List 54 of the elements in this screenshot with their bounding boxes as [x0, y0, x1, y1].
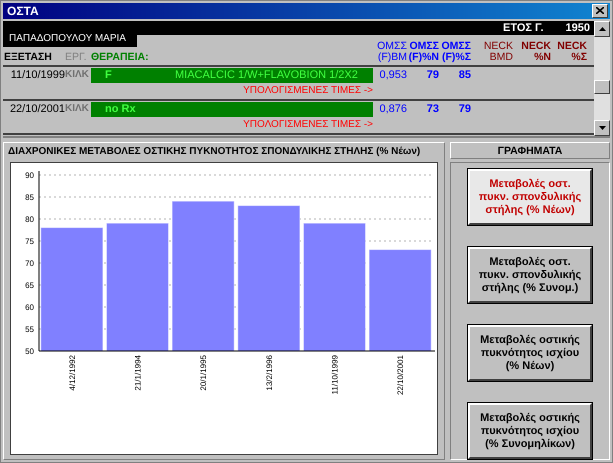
- date-cell-text: 11/10/1999: [10, 68, 65, 83]
- axis-tick-label: 75: [25, 237, 34, 246]
- column-header: NECK %N: [520, 40, 551, 65]
- bmd-cell-text: 0,876: [378, 102, 407, 117]
- graph-button[interactable]: Μεταβολές οστ. πυκν. σπονδυλικής στήλης (% Νέων): [468, 169, 592, 225]
- scroll-up-button[interactable]: [594, 20, 610, 37]
- axis-tick-label: 85: [25, 193, 34, 202]
- axis-tick-label: 80: [25, 215, 34, 224]
- axis-category-label: 22/10/2001: [396, 355, 406, 396]
- window-title: ΟΣΤΑ: [7, 4, 39, 18]
- therapy-code: F: [105, 69, 113, 82]
- axis-tick-label: 90: [25, 171, 34, 180]
- year-label: ΕΤΟΣ Γ.: [502, 22, 544, 34]
- scroll-thumb[interactable]: [594, 80, 610, 94]
- close-button[interactable]: [592, 4, 608, 18]
- percent-cell-text: 79: [458, 102, 471, 117]
- lab-cell-text: ΚΙΛΚ: [65, 68, 90, 82]
- percent-cell-text: 73: [426, 102, 439, 117]
- axis-tick-label: 55: [25, 325, 34, 334]
- graph-button[interactable]: Μεταβολές οστικής πυκνότητος ισχίου (% Συνομηλίκων): [468, 403, 592, 459]
- therapy-code: no Rx: [105, 103, 137, 116]
- axis-tick-label: 65: [25, 281, 34, 290]
- percent-cell-text: 85: [458, 68, 471, 83]
- graphs-title: ΓΡΑΦΗΜΑΤΑ: [498, 144, 562, 156]
- scrollbar[interactable]: [594, 20, 610, 136]
- scroll-down-button[interactable]: [594, 120, 610, 136]
- graph-button[interactable]: Μεταβολές οστ. πυκν. σπονδυλικής στήλης (% Συνομ.): [468, 247, 592, 303]
- axis-tick-label: 60: [25, 303, 34, 312]
- column-header: NECK BMD: [482, 40, 513, 65]
- year-value: 1950: [566, 22, 590, 34]
- axis-tick-label: 50: [25, 347, 34, 356]
- column-header: ΟΜΣΣ (F)%Σ: [440, 40, 471, 65]
- axis-tick-label: 70: [25, 259, 34, 268]
- date-cell-text: 22/10/2001: [9, 102, 65, 117]
- axis-category-label: 13/2/1996: [264, 355, 274, 391]
- axis-category-label: 4/12/1992: [68, 355, 77, 391]
- column-header: NECK %Σ: [556, 40, 587, 65]
- column-header: ΟΜΣΣ (F)%N: [408, 40, 439, 65]
- axis-category-label: 21/1/1994: [134, 355, 142, 391]
- graph-button[interactable]: Μεταβολές οστικής πυκνότητος ισχίου (% Νέων): [468, 325, 592, 381]
- up-arrow-icon: [598, 26, 606, 31]
- column-header: ΕΡΓ.: [65, 52, 88, 65]
- lab-cell-text: ΚΙΛΚ: [65, 102, 90, 116]
- axis-category-label: 11/10/1999: [330, 355, 340, 394]
- close-icon: [596, 7, 604, 14]
- percent-cell-text: 79: [426, 68, 439, 83]
- down-arrow-icon: [598, 126, 606, 130]
- bmd-cell-text: 0,953: [378, 68, 407, 83]
- column-header: ΕΞΕΤΑΣΗ: [4, 52, 53, 65]
- column-header: ΘΕΡΑΠΕΙΑ:: [91, 52, 150, 65]
- column-header: ΟΜΣΣ (F)BM: [376, 40, 407, 65]
- therapy-text: MIACALCIC 1/W+FLAVOBION 1/2X2: [175, 69, 358, 82]
- chart-title: ΔΙΑΧΡΟΝΙΚΕΣ ΜΕΤΑΒΟΛΕΣ ΟΣΤΙΚΗΣ ΠΥΚΝΟΤΗΤΟΣ ΣΠΟΝΔΥΛΙΚΗΣ ΣΤΗΛΗΣ (% Νέων): [7, 145, 422, 159]
- axis-category-label: 20/1/1995: [199, 355, 208, 391]
